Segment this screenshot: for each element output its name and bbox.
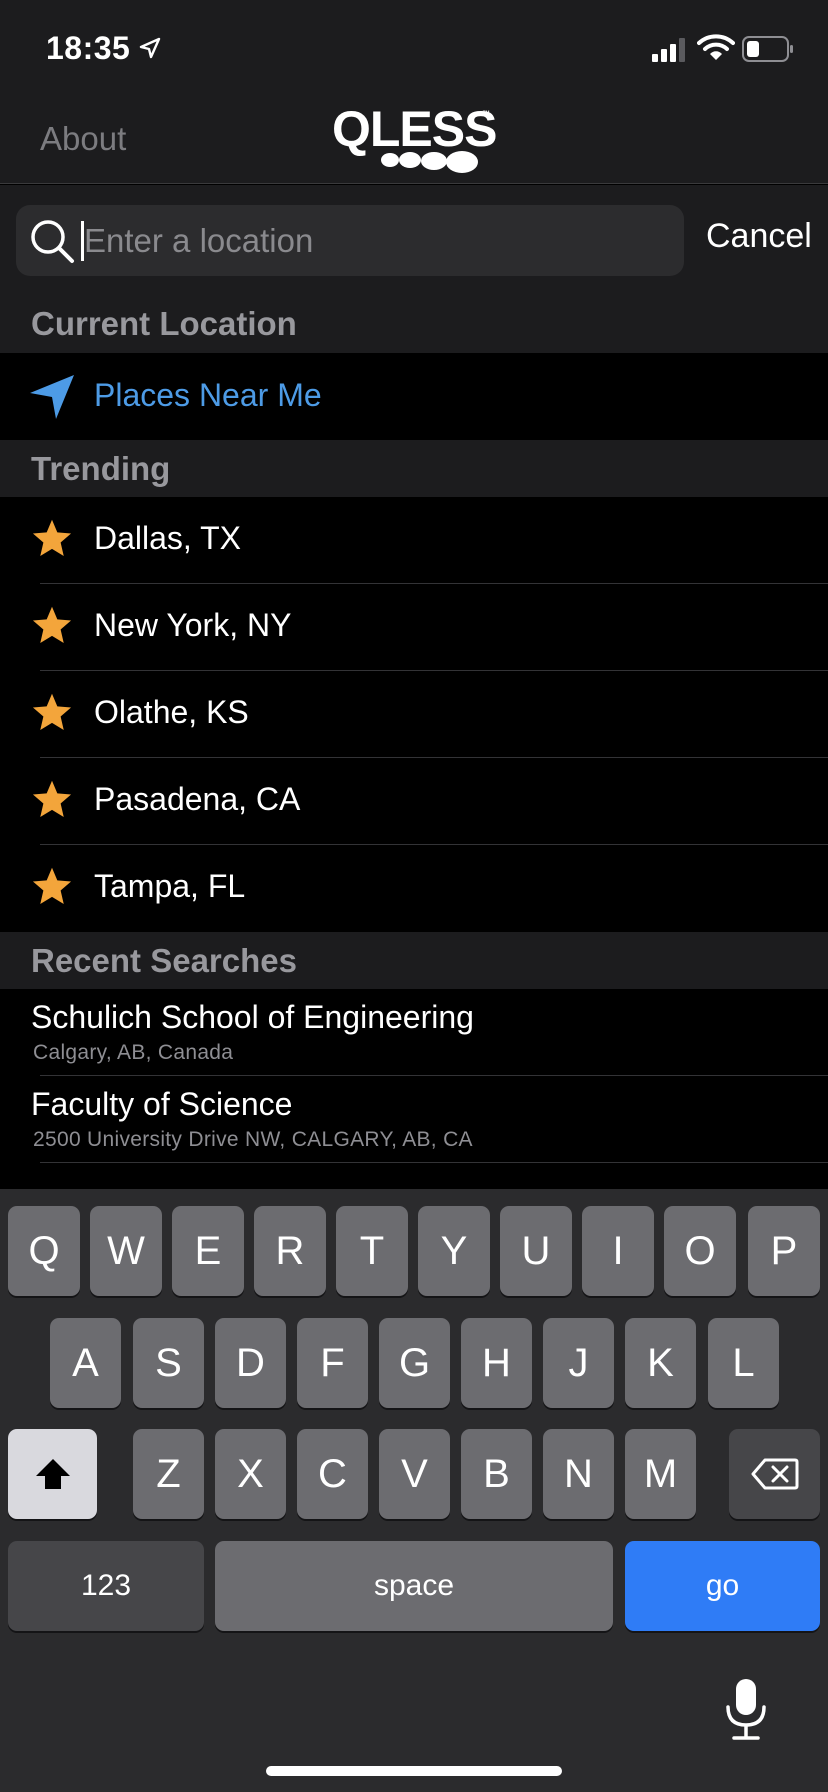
trending-item[interactable]: Tampa, FL (0, 845, 828, 932)
status-time: 18:35 (46, 30, 131, 66)
cancel-button[interactable]: Cancel (706, 217, 812, 256)
section-header-current-location: Current Location (0, 295, 828, 353)
delete-key[interactable] (729, 1429, 820, 1519)
star-icon (32, 519, 72, 557)
numbers-key[interactable]: 123 (8, 1541, 204, 1631)
svg-text:QLESS: QLESS (332, 101, 496, 157)
search-field[interactable] (16, 205, 684, 276)
key-p[interactable]: P (748, 1206, 820, 1296)
recent-search-subtitle: 2500 University Drive NW, CALGARY, AB, C… (33, 1128, 473, 1151)
section-header-trending: Trending (0, 440, 828, 497)
key-j[interactable]: J (543, 1318, 614, 1408)
trending-item[interactable]: Olathe, KS (0, 671, 828, 758)
cellular-signal-icon (652, 38, 685, 62)
section-header-recent-searches: Recent Searches (0, 932, 828, 989)
key-c[interactable]: C (297, 1429, 368, 1519)
trending-item-label: Olathe, KS (94, 694, 249, 730)
key-h[interactable]: H (461, 1318, 532, 1408)
trending-item-label: Dallas, TX (94, 520, 242, 556)
go-key[interactable]: go (625, 1541, 820, 1631)
status-bar: 18:35 (0, 0, 828, 90)
places-near-me-label: Places Near Me (94, 377, 322, 413)
recent-search-title: Faculty of Science (31, 1086, 293, 1122)
row-divider (40, 1162, 828, 1163)
key-d[interactable]: D (215, 1318, 286, 1408)
key-s[interactable]: S (133, 1318, 204, 1408)
star-icon (32, 606, 72, 644)
shift-key[interactable] (8, 1429, 97, 1519)
key-r[interactable]: R (254, 1206, 326, 1296)
trending-item[interactable]: Pasadena, CA (0, 758, 828, 845)
key-x[interactable]: X (215, 1429, 286, 1519)
space-key[interactable]: space (215, 1541, 613, 1631)
trending-item[interactable]: New York, NY (0, 584, 828, 671)
search-icon (31, 220, 74, 263)
wifi-icon (697, 34, 735, 60)
key-i[interactable]: I (582, 1206, 654, 1296)
recent-search-subtitle: Calgary, AB, Canada (33, 1041, 234, 1064)
key-m[interactable]: M (625, 1429, 696, 1519)
recent-search-item[interactable]: Schulich School of Engineering Calgary, … (0, 989, 828, 1076)
key-l[interactable]: L (708, 1318, 779, 1408)
key-f[interactable]: F (297, 1318, 368, 1408)
key-y[interactable]: Y (418, 1206, 490, 1296)
recent-search-item[interactable]: Faculty of Science 2500 University Drive… (0, 1076, 828, 1163)
microphone-icon[interactable] (722, 1677, 770, 1741)
key-q[interactable]: Q (8, 1206, 80, 1296)
recent-search-title: Schulich School of Engineering (31, 999, 474, 1035)
search-input[interactable] (84, 213, 664, 268)
key-n[interactable]: N (543, 1429, 614, 1519)
svg-text:™: ™ (482, 109, 490, 118)
keyboard: Q W E R T Y U I O P A S D F G H J K L Z … (0, 1189, 828, 1792)
key-b[interactable]: B (461, 1429, 532, 1519)
star-icon (32, 693, 72, 731)
key-w[interactable]: W (90, 1206, 162, 1296)
key-e[interactable]: E (172, 1206, 244, 1296)
key-a[interactable]: A (50, 1318, 121, 1408)
location-arrow-icon (139, 37, 161, 59)
nav-bar: About QLESS ™ (0, 90, 828, 184)
backspace-icon (751, 1458, 798, 1490)
places-near-me-row[interactable]: Places Near Me (0, 353, 828, 440)
about-button[interactable]: About (40, 120, 126, 158)
key-t[interactable]: T (336, 1206, 408, 1296)
key-u[interactable]: U (500, 1206, 572, 1296)
navigation-arrow-icon (30, 375, 74, 419)
trending-item[interactable]: Dallas, TX (0, 497, 828, 584)
trending-item-label: New York, NY (94, 607, 292, 643)
star-icon (32, 780, 72, 818)
key-k[interactable]: K (625, 1318, 696, 1408)
trending-item-label: Tampa, FL (94, 868, 246, 904)
key-v[interactable]: V (379, 1429, 450, 1519)
battery-icon (742, 36, 793, 62)
shift-icon (35, 1459, 70, 1489)
search-area: Cancel (0, 185, 828, 295)
trending-item-label: Pasadena, CA (94, 781, 301, 817)
key-o[interactable]: O (664, 1206, 736, 1296)
key-g[interactable]: G (379, 1318, 450, 1408)
key-z[interactable]: Z (133, 1429, 204, 1519)
qless-logo: QLESS ™ (332, 101, 496, 173)
star-icon (32, 867, 72, 905)
home-indicator (266, 1766, 562, 1776)
